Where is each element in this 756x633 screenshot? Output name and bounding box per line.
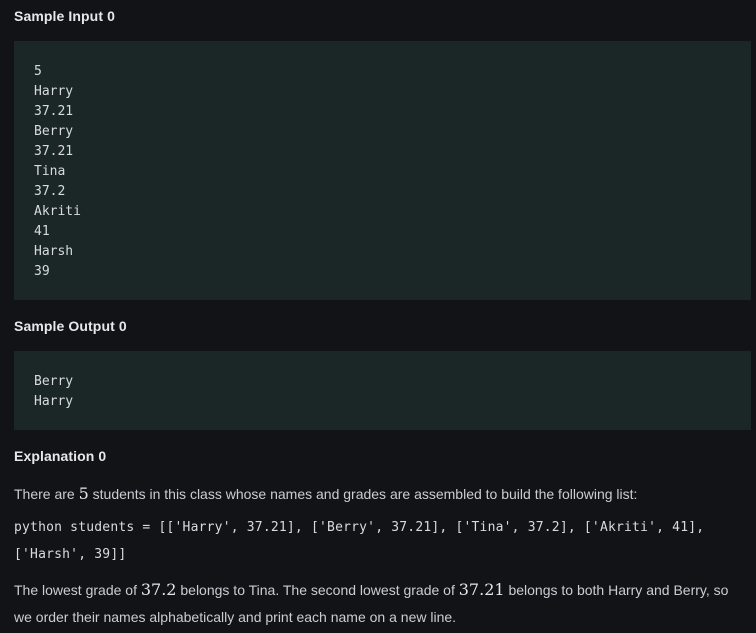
explanation-text: belongs to both Harry and Berry, so: [504, 582, 729, 598]
sample-input-line: Harsh: [34, 244, 74, 259]
explanation-paragraph-2: The lowest grade of 37.2 belongs to Tina…: [14, 576, 749, 631]
sample-input-line: 37.21: [34, 144, 74, 159]
explanation-paragraph-1: There are 5 students in this class whose…: [14, 480, 749, 508]
explanation-line: The lowest grade of 37.2 belongs to Tina…: [14, 576, 749, 604]
sample-input-line: 5: [34, 64, 42, 79]
sample-input-line: 41: [34, 224, 50, 239]
explanation-text: belongs to Tina. The second lowest grade…: [176, 582, 459, 598]
explanation-text: There are: [14, 486, 79, 502]
explanation-line: we order their names alphabetically and …: [14, 609, 457, 625]
inline-code-line: ['Harsh', 39]]: [14, 547, 127, 562]
explanation-text: students in this class whose names and g…: [88, 486, 638, 502]
sample-input-line: Akriti: [34, 204, 81, 219]
sample-input-block: 5 Harry 37.21 Berry 37.21 Tina 37.2 Akri…: [14, 41, 751, 300]
inline-code-line: python students = [['Harry', 37.21], ['B…: [14, 520, 705, 535]
sample-input-line: Berry: [34, 124, 74, 139]
explanation-code: python students = [['Harry', 37.21], ['B…: [14, 514, 749, 568]
math-value: 5: [78, 484, 89, 503]
explanation-text: The lowest grade of: [14, 582, 141, 598]
sample-output-title: Sample Output 0: [14, 318, 127, 334]
sample-output-line: Harry: [34, 394, 74, 409]
explanation-title: Explanation 0: [14, 448, 107, 464]
sample-input-title: Sample Input 0: [14, 8, 115, 24]
sample-input-line: 37.21: [34, 104, 74, 119]
sample-output-block: Berry Harry: [14, 351, 751, 430]
sample-input-line: 37.2: [34, 184, 66, 199]
sample-input-line: Harry: [34, 84, 74, 99]
sample-input-line: Tina: [34, 164, 66, 179]
sample-input-line: 39: [34, 264, 50, 279]
math-value: 37.2: [140, 580, 177, 599]
math-value: 37.21: [458, 580, 505, 599]
sample-output-line: Berry: [34, 374, 74, 389]
